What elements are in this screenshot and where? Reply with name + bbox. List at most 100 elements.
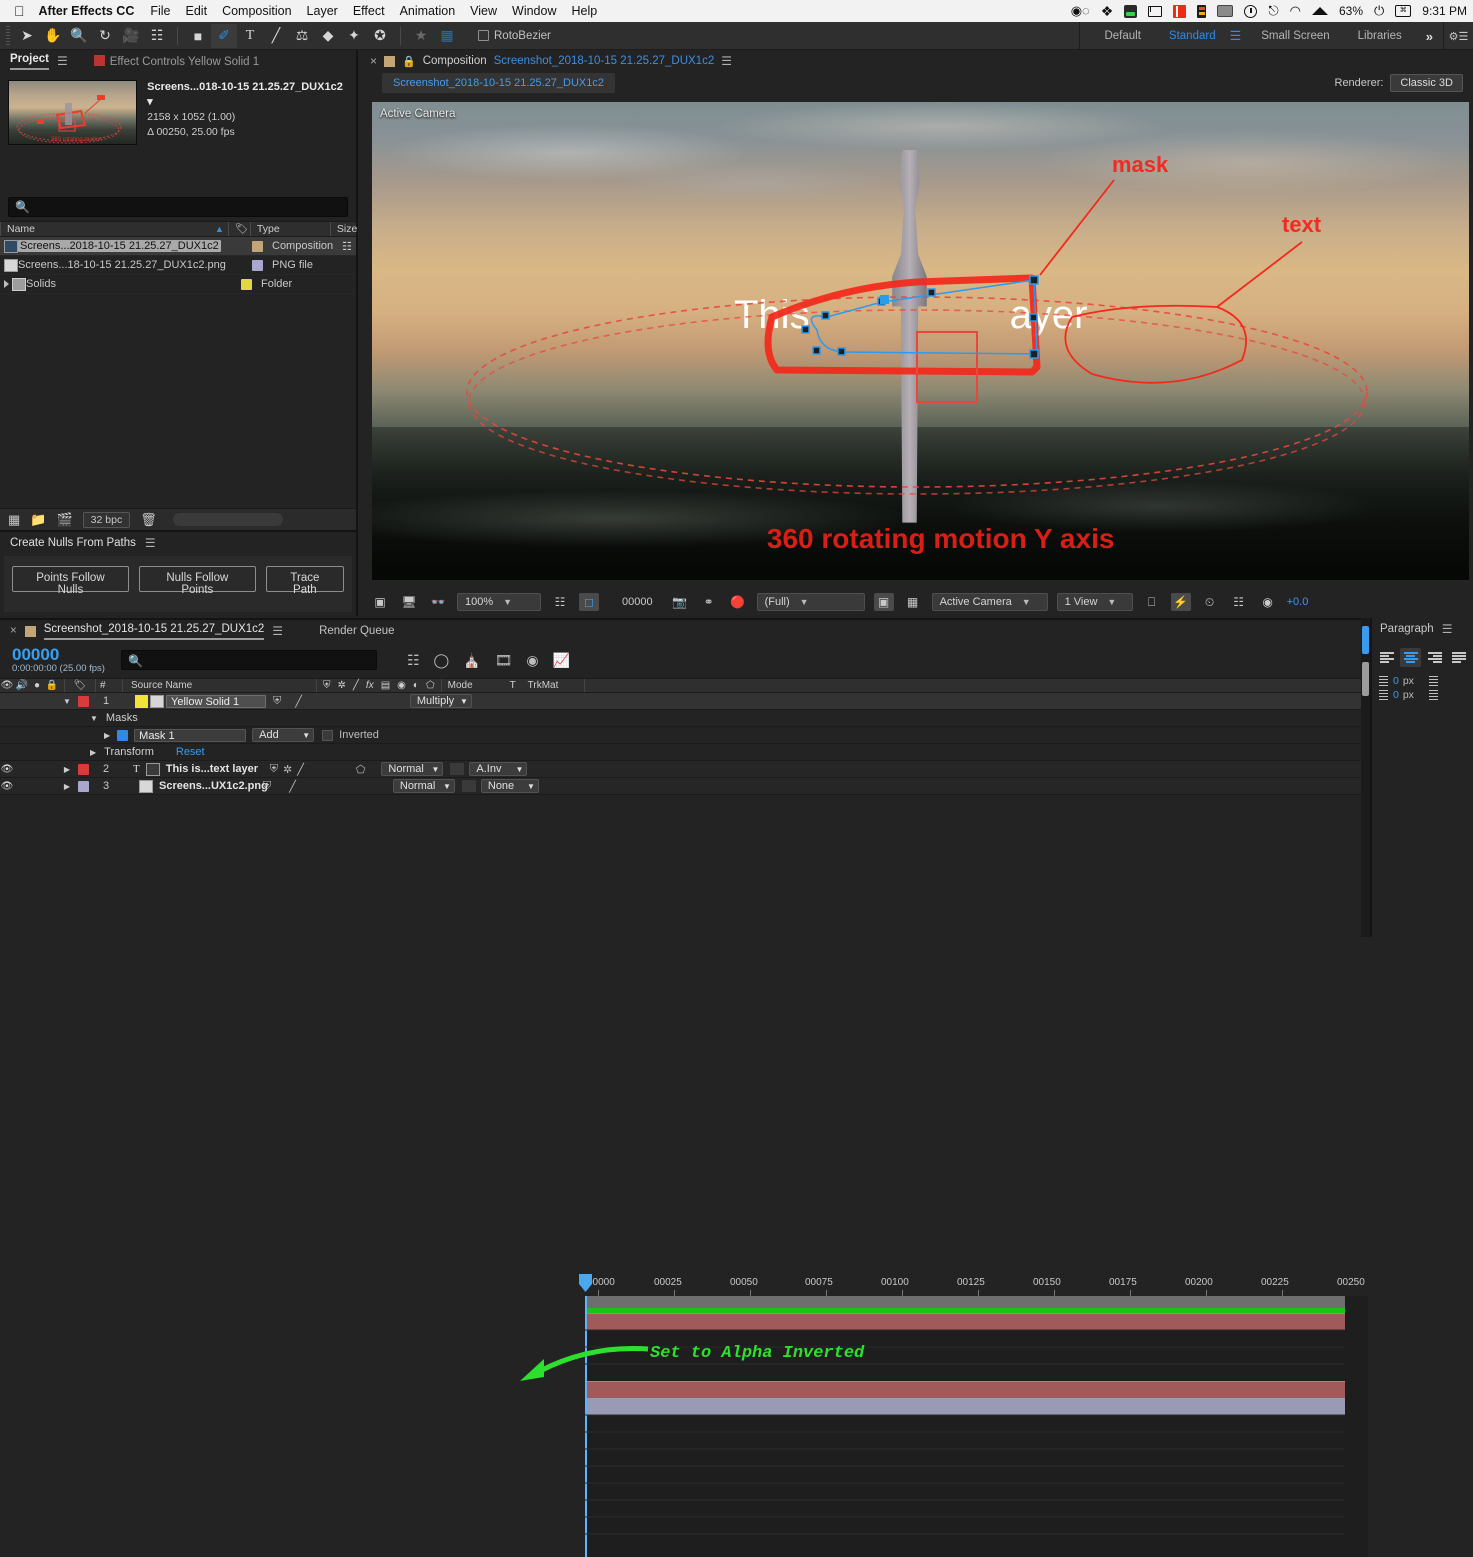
- waveform-icon[interactable]: [1148, 5, 1163, 17]
- mask-name[interactable]: Mask 1: [134, 728, 247, 742]
- timeline-ruler[interactable]: 00000 00025 00050 00075 00100 00125 0015…: [585, 1274, 1368, 1296]
- toolbar-grip[interactable]: [6, 25, 10, 46]
- selection-tool[interactable]: ➤: [14, 24, 40, 48]
- transform-expand-icon[interactable]: ▶: [90, 748, 96, 757]
- layer-label-swatch[interactable]: [78, 780, 89, 792]
- playhead-handle[interactable]: [579, 1274, 592, 1292]
- project-list-item[interactable]: Screens...2018-10-15 21.25.27_DUX1c2 Com…: [0, 237, 356, 256]
- renderer-button[interactable]: Classic 3D: [1390, 74, 1463, 92]
- align-justify-last-left-icon[interactable]: [1448, 648, 1469, 667]
- 3d-layer-icon[interactable]: ⬠: [356, 763, 366, 776]
- menu-animation[interactable]: Animation: [400, 4, 456, 18]
- quality-icon[interactable]: ╱: [297, 763, 304, 776]
- project-item-dropdown-icon[interactable]: ▾: [147, 96, 153, 108]
- project-footer-slider[interactable]: [172, 513, 283, 526]
- layer-mode-select[interactable]: Normal ▼: [381, 762, 444, 776]
- zoom-level-select[interactable]: 100% ▼: [457, 593, 541, 611]
- menu-composition[interactable]: Composition: [222, 4, 291, 18]
- scroll-marker[interactable]: [1362, 626, 1369, 654]
- new-folder-icon[interactable]: 📁: [30, 512, 46, 528]
- layer-source-name[interactable]: This is...text layer: [166, 763, 268, 775]
- delete-icon[interactable]: 🗑: [140, 512, 157, 528]
- solid-color-chip[interactable]: [135, 694, 148, 708]
- project-item-label-swatch[interactable]: [252, 240, 263, 252]
- menu-effect[interactable]: Effect: [353, 4, 385, 18]
- channel-icon[interactable]: 🔴: [728, 593, 748, 611]
- menu-layer[interactable]: Layer: [307, 4, 338, 18]
- sort-ascending-icon[interactable]: ▲: [215, 224, 224, 234]
- region-interest-toggle-icon[interactable]: ▣: [873, 593, 894, 611]
- transparency-grid-icon[interactable]: ▦: [903, 593, 923, 611]
- composition-flowchart-icon[interactable]: ☷: [342, 240, 352, 253]
- rotobezier-option[interactable]: RotoBezier: [478, 30, 551, 42]
- mask-preview-icon[interactable]: ▦: [434, 24, 460, 48]
- indent-left-field[interactable]: 0 px: [1376, 675, 1420, 687]
- transform-group-row[interactable]: ▶ Transform Reset: [0, 744, 1368, 761]
- timeline-comp-tab[interactable]: Screenshot_2018-10-15 21.25.27_DUX1c2: [43, 623, 265, 640]
- lock-icon[interactable]: 🔒: [402, 55, 416, 68]
- close-icon[interactable]: ×: [10, 625, 17, 637]
- eraser-tool[interactable]: ◆: [315, 24, 341, 48]
- menu-view[interactable]: View: [470, 4, 497, 18]
- camera-tool[interactable]: 🎥: [118, 24, 144, 48]
- quality-icon[interactable]: ╱: [289, 780, 296, 793]
- project-list-item[interactable]: Screens...18-10-15 21.25.27_DUX1c2.png P…: [0, 256, 356, 275]
- brush-tool[interactable]: ╱: [263, 24, 289, 48]
- bit-depth-button[interactable]: 32 bpc: [82, 511, 131, 528]
- workspace-default[interactable]: Default: [1090, 30, 1154, 42]
- clone-stamp-tool[interactable]: ⚖: [289, 24, 315, 48]
- project-item-label-swatch[interactable]: [252, 259, 263, 271]
- col-mode[interactable]: Mode: [448, 680, 510, 691]
- align-center-icon[interactable]: [1400, 648, 1421, 667]
- snapshot-icon[interactable]: 📷: [670, 593, 690, 611]
- exposure-value[interactable]: +0.0: [1287, 596, 1309, 608]
- keyboard-input-icon[interactable]: ⌘: [1395, 5, 1412, 17]
- shy-icon[interactable]: ⛨: [263, 780, 271, 793]
- timeline-layer-row[interactable]: 👁 ▶ 2 T This is...text layer ⛨ ✲ ╱ ⬠ Nor…: [0, 761, 1368, 778]
- layer-mode-select[interactable]: Normal ▼: [392, 779, 455, 793]
- airplay-icon[interactable]: [1311, 7, 1328, 15]
- show-snapshot-icon[interactable]: ⚭: [699, 593, 719, 611]
- region-of-interest-icon[interactable]: ◻: [579, 593, 599, 611]
- rotobezier-checkbox[interactable]: [478, 30, 489, 41]
- mask-inverted-checkbox[interactable]: [322, 729, 334, 741]
- clock-label[interactable]: 9:31 PM: [1422, 4, 1467, 18]
- wifi-icon[interactable]: ◠: [1290, 3, 1301, 19]
- layer-label-swatch[interactable]: [78, 763, 89, 775]
- timeline-timecode[interactable]: 00000: [12, 646, 105, 663]
- drive-icon[interactable]: [1124, 4, 1138, 18]
- main-viewer-icon[interactable]: 🖥: [399, 593, 419, 611]
- type-tool[interactable]: T: [237, 24, 263, 48]
- draft-3d-icon[interactable]: ◯: [434, 652, 450, 669]
- composition-viewer[interactable]: Active Camera This is my text layer: [372, 102, 1469, 580]
- quality-icon[interactable]: ╱: [295, 695, 302, 708]
- roto-brush-tool[interactable]: ✦: [341, 24, 367, 48]
- hide-shy-layers-icon[interactable]: ⛪: [463, 652, 480, 669]
- frame-blending-icon[interactable]: 🎞: [495, 652, 513, 669]
- menu-file[interactable]: File: [150, 4, 170, 18]
- scroll-marker[interactable]: [1362, 662, 1369, 696]
- battery-icon[interactable]: ⏻: [1374, 3, 1384, 19]
- layer-expand-icon[interactable]: ▶: [60, 765, 74, 774]
- space-before-field[interactable]: [1426, 689, 1468, 701]
- layer-visibility-icon[interactable]: 👁: [0, 781, 14, 792]
- camera-view-select[interactable]: Active Camera ▼: [931, 593, 1048, 611]
- trace-path-button[interactable]: Trace Path: [265, 566, 344, 596]
- align-left-icon[interactable]: [1376, 648, 1397, 667]
- puppet-tool[interactable]: ✪: [367, 24, 393, 48]
- comp-flowchart-icon[interactable]: ☷: [1229, 593, 1249, 611]
- indent-first-line-field[interactable]: [1426, 675, 1468, 687]
- tab-effect-controls[interactable]: Effect Controls Yellow Solid 1: [110, 56, 259, 71]
- hand-tool[interactable]: ✋: [40, 24, 66, 48]
- mask-row[interactable]: ▶ Mask 1 Add ▼ Inverted: [0, 727, 1368, 744]
- paragraph-panel-menu-icon[interactable]: ☰: [1442, 622, 1453, 636]
- layer-visibility-icon[interactable]: 👁: [0, 764, 14, 775]
- project-panel-menu-icon[interactable]: ☰: [57, 54, 68, 68]
- resolution-select[interactable]: (Full) ▼: [756, 593, 865, 611]
- timeline-track-area[interactable]: [579, 1274, 1368, 1557]
- col-source-name[interactable]: Source Name: [131, 680, 316, 691]
- indent-right-field[interactable]: 0 px: [1376, 689, 1420, 701]
- grid-guides-icon[interactable]: ☷: [550, 593, 570, 611]
- workspace-menu-icon[interactable]: ☰: [1230, 28, 1242, 44]
- dropbox-icon[interactable]: ❖: [1101, 3, 1114, 20]
